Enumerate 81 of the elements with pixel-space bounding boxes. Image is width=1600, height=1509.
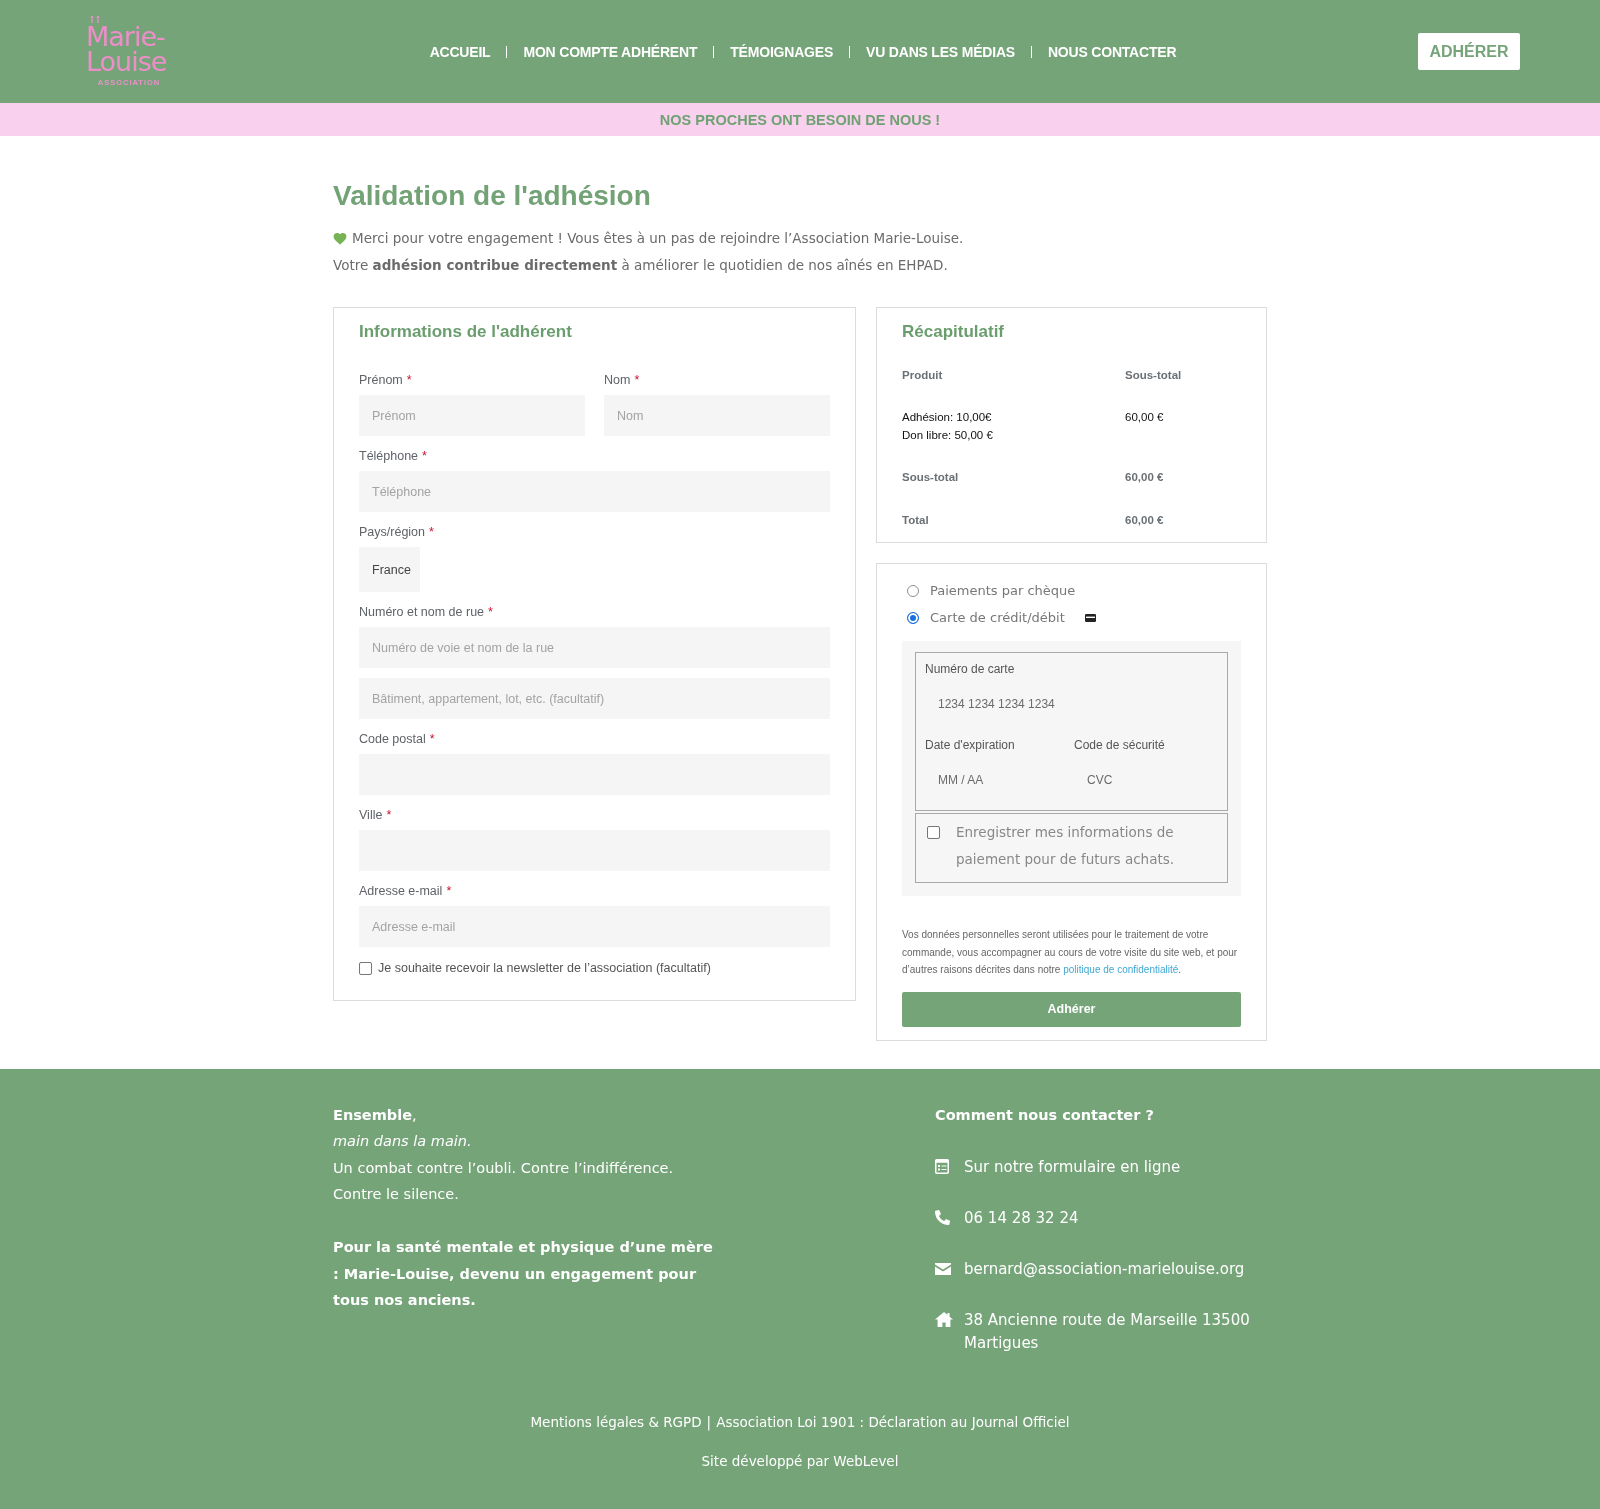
country-select[interactable]: France: [359, 547, 420, 592]
radio-button[interactable]: [907, 611, 919, 624]
checkbox[interactable]: [927, 826, 940, 839]
required-mark: *: [446, 883, 452, 899]
privacy-notice: Vos données personnelles seront utilisées pour le traitement de votre commande, vous accompagner au cours de votre visite du site web, et pour d’autres raisons décrites dans notre politique de confidentialité.: [902, 928, 1239, 977]
nav-link[interactable]: TÉMOIGNAGES: [730, 43, 834, 60]
required-mark: *: [406, 372, 412, 388]
radio-button[interactable]: [907, 584, 919, 597]
field-label: Adresse e-mail: [359, 883, 443, 899]
home-icon: [935, 1311, 953, 1327]
text-field[interactable]: Numéro de voie et nom de la rue: [359, 627, 830, 668]
contact-text: 06 14 28 32 24: [964, 1207, 1079, 1229]
footer-heading: Comment nous contacter ?: [935, 1105, 1155, 1125]
field-label: Téléphone: [359, 448, 419, 464]
required-mark: *: [634, 372, 640, 388]
product-line: Don libre: 50,00 €: [902, 428, 994, 443]
footer-credit: Site développé par WebLevel: [700, 1451, 900, 1471]
table-cell-text: 60,00 €: [1125, 410, 1164, 425]
card-title: Récapitulatif: [902, 323, 1006, 341]
credit-card-icon: [1084, 613, 1096, 622]
payment-method-label[interactable]: Carte de crédit/débit: [930, 610, 1065, 625]
envelope-icon: [935, 1262, 951, 1275]
field-label: Date d'expiration: [925, 737, 1016, 753]
text-field[interactable]: Nom: [604, 395, 830, 436]
required-mark: *: [422, 448, 427, 464]
footer-text: Ensemble,: [333, 1105, 418, 1125]
required-mark: *: [429, 524, 434, 540]
checkbox[interactable]: [359, 961, 372, 975]
product-line: Adhésion: 10,00€: [902, 410, 993, 425]
expiry-field[interactable]: MM / AA: [925, 765, 1074, 795]
nav-link[interactable]: VU DANS LES MÉDIAS: [866, 43, 1015, 60]
form-icon: [935, 1158, 949, 1174]
footer-link[interactable]: Association Loi 1901 : Déclaration au Journal Officiel: [716, 1411, 1070, 1432]
field-label: Numéro et nom de rue: [359, 604, 485, 620]
submit-button[interactable]: Adhérer: [902, 991, 1241, 1027]
contact-text: 38 Ancienne route de Marseille 13500 Martigues: [964, 1309, 1251, 1354]
contact-text: bernard@association-marielouise.org: [964, 1258, 1245, 1280]
field-label: Numéro de carte: [925, 661, 1016, 677]
text-field[interactable]: Adresse e-mail: [359, 906, 830, 947]
field-label: Code de sécurité: [1074, 737, 1166, 753]
nav-link[interactable]: ACCUEIL: [429, 43, 491, 60]
checkbox-label: Enregistrer mes informations de paiement pour de futurs achats.: [956, 823, 1176, 869]
total-label: Sous-total: [902, 470, 960, 485]
intro-text: Votre adhésion contribue directement à améliorer le quotidien de nos aînés en EHPAD.: [333, 256, 949, 275]
footer-text: Un combat contre l’oubli. Contre l’indifférence.: [333, 1158, 675, 1178]
text-field[interactable]: Prénom: [359, 395, 585, 436]
card-number-field[interactable]: 1234 1234 1234 1234: [925, 689, 1218, 719]
phone-icon: [935, 1209, 950, 1225]
text-field[interactable]: Bâtiment, appartement, lot, etc. (facultatif): [359, 678, 830, 719]
page-title: Validation de l'adhésion: [333, 179, 652, 213]
total-label: Total: [902, 513, 930, 528]
column-header: Sous-total: [1125, 368, 1182, 383]
field-label: Code postal: [359, 731, 426, 747]
checkbox-label: Je souhaite recevoir la newsletter de l’association (facultatif): [378, 961, 711, 975]
figures-icon: [89, 16, 101, 23]
nav-link[interactable]: NOUS CONTACTER: [1047, 43, 1177, 60]
total-value: 60,00 €: [1125, 513, 1164, 528]
intro-text: Merci pour votre engagement ! Vous êtes à un pas de rejoindre l’Association Marie-Louise.: [352, 229, 964, 248]
column-header: Produit: [902, 368, 944, 383]
required-mark: *: [386, 807, 392, 823]
field-label: Prénom: [359, 372, 403, 388]
nav-link[interactable]: MON COMPTE ADHÉRENT: [523, 43, 698, 60]
footer-statement: Pour la santé mentale et physique d’une mère : Marie-Louise, devenu un engagement pour tous nos anciens.: [333, 1238, 713, 1310]
field-label: Nom: [604, 372, 631, 388]
announcement-text: NOS PROCHES ONT BESOIN DE NOUS !: [659, 111, 941, 128]
contact-text: Sur notre formulaire en ligne: [964, 1156, 1181, 1178]
card-title: Informations de l'adhérent: [359, 323, 573, 341]
footer-text: Contre le silence.: [333, 1185, 460, 1204]
link-separator: |: [706, 1412, 712, 1432]
join-button[interactable]: ADHÉRER: [1418, 33, 1520, 70]
text-field[interactable]: Téléphone: [359, 471, 830, 512]
heart-icon: [333, 232, 347, 245]
footer-link[interactable]: Mentions légales & RGPD: [530, 1411, 702, 1432]
total-value: 60,00 €: [1125, 470, 1164, 485]
field-label: Pays/région: [359, 524, 425, 540]
payment-method-label[interactable]: Paiements par chèque: [930, 583, 1076, 598]
field-label: Ville: [359, 807, 383, 823]
required-mark: *: [429, 731, 435, 747]
footer-text: main dans la main.: [333, 1132, 473, 1151]
cvc-field[interactable]: CVC: [1074, 765, 1218, 795]
required-mark: *: [488, 604, 493, 620]
